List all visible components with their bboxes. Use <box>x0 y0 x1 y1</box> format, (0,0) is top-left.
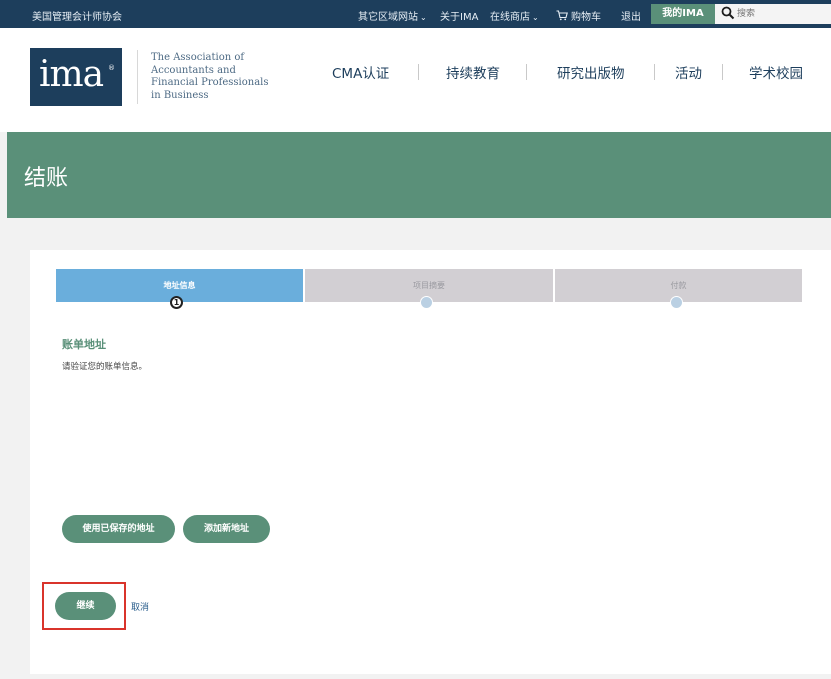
nav-education[interactable]: 持续教育 <box>446 62 500 82</box>
nav-separator <box>526 64 527 80</box>
nav-publications[interactable]: 研究出版物 <box>557 62 625 82</box>
step-marker <box>670 296 683 309</box>
registered-mark: ® <box>108 64 115 72</box>
ima-logo[interactable]: ima ® <box>30 48 122 106</box>
nav-separator <box>418 64 419 80</box>
site-header: ima ® The Association of Accountants and… <box>0 28 831 132</box>
region-sites-link[interactable]: 其它区域网站 ⌄ <box>358 8 427 23</box>
nav-campus[interactable]: 学术校园 <box>749 62 803 82</box>
step-marker <box>420 296 433 309</box>
tagline: The Association of Accountants and Finan… <box>151 52 269 101</box>
chevron-down-icon: ⌄ <box>532 13 539 22</box>
add-new-address-button[interactable]: 添加新地址 <box>183 515 270 543</box>
nav-cma[interactable]: CMA认证 <box>332 62 389 82</box>
nav-events[interactable]: 活动 <box>675 62 702 82</box>
org-name: 美国管理会计师协会 <box>32 12 122 23</box>
continue-button[interactable]: 继续 <box>55 592 116 620</box>
cancel-link[interactable]: 取消 <box>131 600 149 613</box>
cart-icon <box>556 10 568 21</box>
nav-separator <box>722 64 723 80</box>
page-title: 结账 <box>24 166 69 191</box>
about-ima-link[interactable]: 关于IMA <box>440 8 478 23</box>
logo-divider <box>137 50 138 104</box>
cart-link[interactable]: 购物车 <box>556 8 601 23</box>
checkout-card <box>30 250 831 674</box>
step-marker-active: 1 <box>170 296 183 309</box>
search-box[interactable] <box>715 4 831 24</box>
nav-separator <box>654 64 655 80</box>
chevron-down-icon: ⌄ <box>420 13 427 22</box>
top-utility-bar: 美国管理会计师协会 其它区域网站 ⌄ 关于IMA 在线商店 ⌄ 购物车 退出 我的I… <box>0 0 831 28</box>
logo-text: ima <box>39 54 104 95</box>
billing-address-description: 请验证您的账单信息。 <box>62 362 148 372</box>
online-store-link[interactable]: 在线商店 ⌄ <box>490 8 539 23</box>
search-input[interactable] <box>737 7 825 21</box>
search-icon[interactable] <box>721 6 735 20</box>
page-banner: 结账 <box>7 132 831 218</box>
billing-address-title: 账单地址 <box>62 338 106 351</box>
my-ima-button[interactable]: 我的IMA <box>651 4 715 24</box>
logout-link[interactable]: 退出 <box>621 8 641 23</box>
use-saved-address-button[interactable]: 使用已保存的地址 <box>62 515 175 543</box>
